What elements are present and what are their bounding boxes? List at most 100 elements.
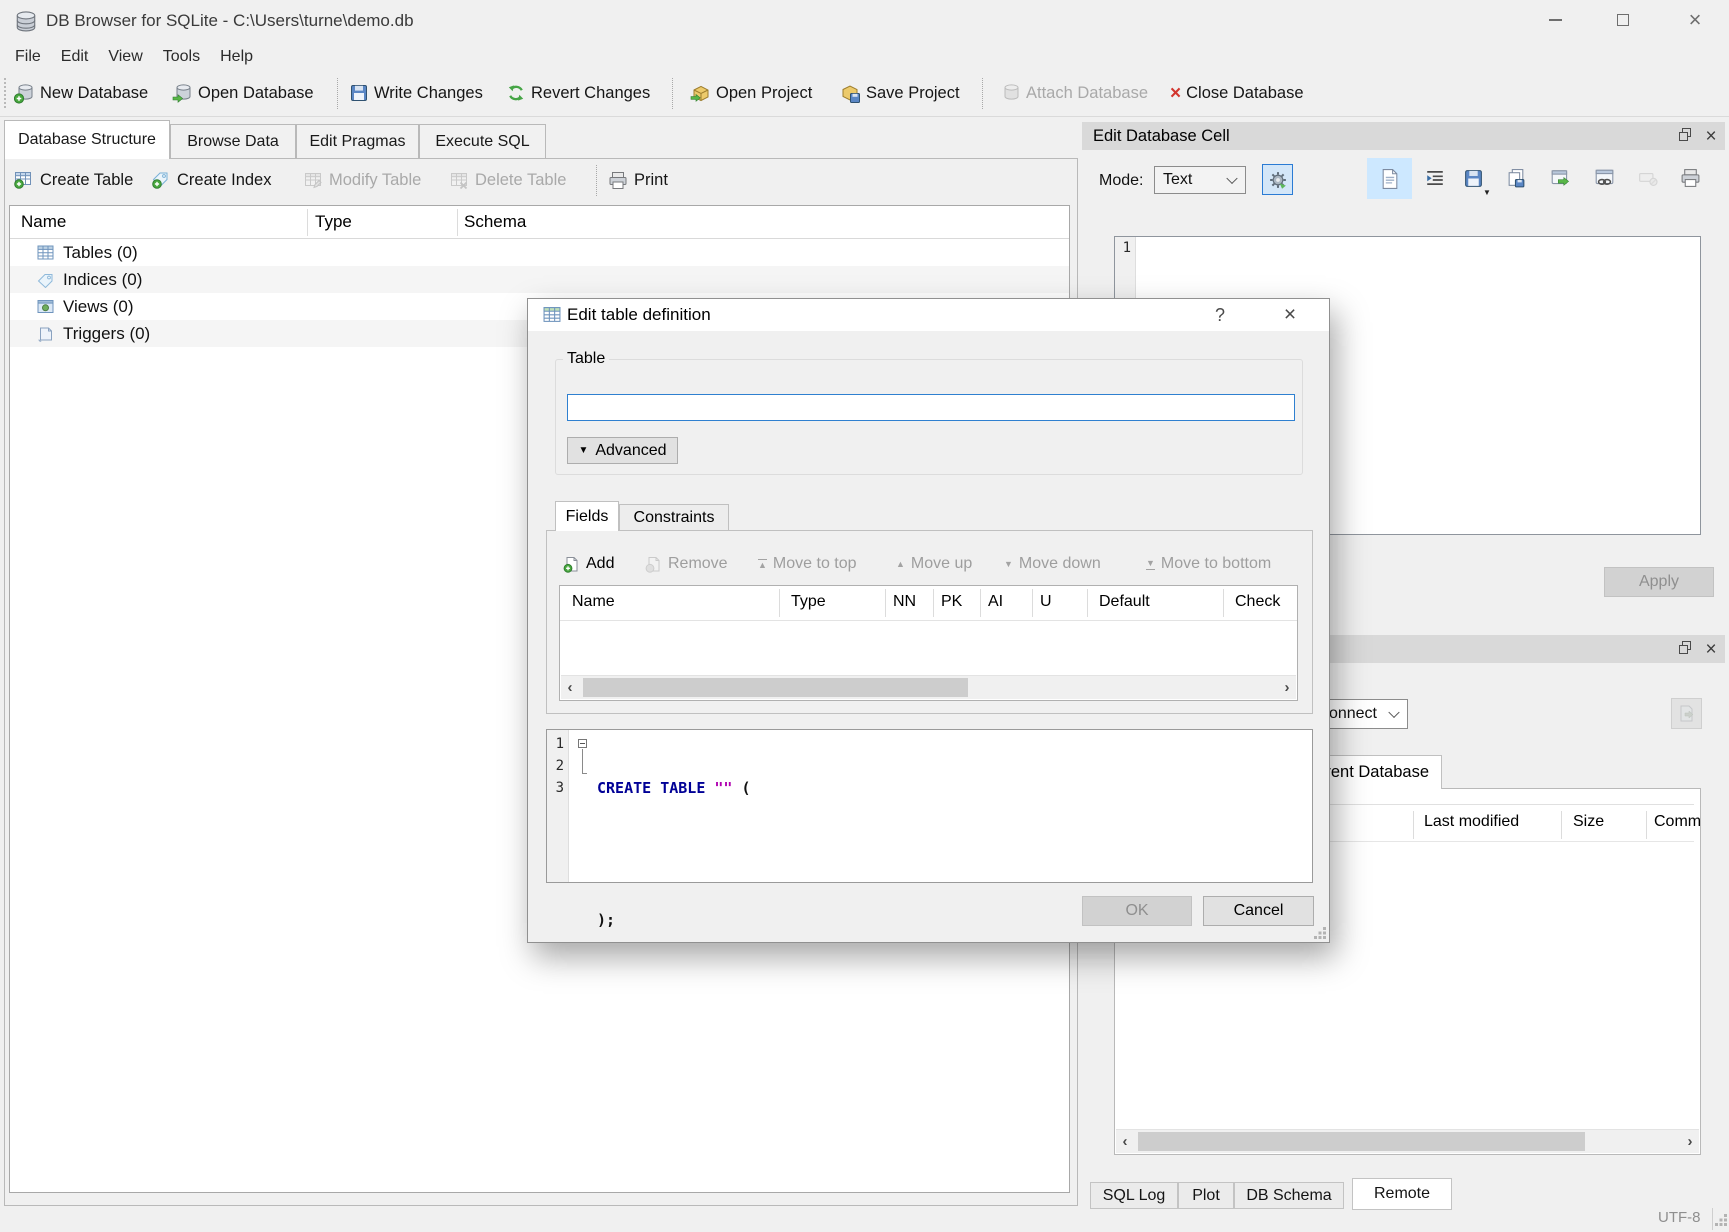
- column-name[interactable]: Name: [21, 212, 66, 232]
- table-name-input[interactable]: [567, 394, 1295, 421]
- toolbar-separator: [982, 78, 983, 109]
- tab-sql-log[interactable]: SQL Log: [1090, 1182, 1178, 1209]
- auto-apply-toggle-button[interactable]: [1262, 164, 1293, 195]
- menu-file[interactable]: File: [5, 45, 51, 69]
- tab-fields[interactable]: Fields: [555, 501, 619, 531]
- dialog-close-button[interactable]: ×: [1274, 301, 1306, 329]
- open-project-button[interactable]: Open Project: [690, 70, 812, 116]
- tree-row-indices[interactable]: Indices (0): [10, 266, 1069, 293]
- column-pk[interactable]: PK: [941, 593, 962, 611]
- float-dock-button[interactable]: [1674, 129, 1692, 144]
- column-divider[interactable]: [1223, 589, 1224, 617]
- close-dock-button[interactable]: ×: [1702, 642, 1720, 657]
- minimize-button[interactable]: [1532, 4, 1578, 36]
- dialog-resize-grip[interactable]: [1323, 927, 1326, 930]
- attach-database-icon: [1000, 83, 1021, 104]
- tab-browse-data[interactable]: Browse Data: [170, 124, 296, 159]
- maximize-button[interactable]: [1600, 4, 1646, 36]
- sql-preview-editor[interactable]: 1 2 3 CREATE TABLE "" ( );: [546, 729, 1313, 883]
- column-default[interactable]: Default: [1099, 593, 1150, 611]
- float-dock-button[interactable]: [1674, 642, 1692, 657]
- column-size[interactable]: Size: [1573, 813, 1604, 831]
- mode-combobox[interactable]: Text: [1154, 166, 1246, 194]
- close-database-button[interactable]: × Close Database: [1170, 70, 1304, 116]
- advanced-button[interactable]: ▼ Advanced: [567, 437, 678, 464]
- column-divider[interactable]: [1646, 811, 1647, 839]
- scroll-right-arrow[interactable]: ›: [1278, 676, 1296, 699]
- tab-plot[interactable]: Plot: [1178, 1182, 1234, 1209]
- scroll-left-arrow[interactable]: ‹: [1116, 1130, 1134, 1153]
- close-button[interactable]: ×: [1672, 4, 1718, 36]
- open-database-button[interactable]: Open Database: [172, 70, 314, 116]
- dialog-title: Edit table definition: [567, 305, 711, 325]
- import-dropdown[interactable]: ▼: [1483, 189, 1491, 197]
- toolbar-separator: [596, 165, 597, 196]
- menu-help[interactable]: Help: [210, 45, 263, 69]
- code-fold-marker[interactable]: [578, 739, 587, 748]
- add-field-button[interactable]: Add: [563, 551, 614, 577]
- menu-view[interactable]: View: [98, 45, 152, 69]
- column-ai[interactable]: AI: [988, 593, 1003, 611]
- print-cell-button[interactable]: [1675, 163, 1705, 193]
- save-project-button[interactable]: Save Project: [840, 70, 960, 116]
- tree-row-tables[interactable]: Tables (0): [10, 239, 1069, 266]
- column-divider[interactable]: [1087, 589, 1088, 617]
- scroll-right-arrow[interactable]: ›: [1681, 1130, 1699, 1153]
- column-divider[interactable]: [1032, 589, 1033, 617]
- remote-table-hscrollbar[interactable]: ‹ ›: [1116, 1129, 1699, 1153]
- column-name[interactable]: Name: [572, 593, 615, 611]
- column-divider[interactable]: [980, 589, 981, 617]
- toolbar-handle[interactable]: [4, 78, 6, 108]
- create-table-button[interactable]: Create Table: [14, 160, 133, 200]
- column-divider[interactable]: [1561, 811, 1562, 839]
- link-icon: [1594, 168, 1615, 188]
- tab-remote[interactable]: Remote: [1352, 1178, 1452, 1210]
- float-icon: [1679, 132, 1688, 141]
- edit-table-definition-dialog: Edit table definition ? × Table ▼ Advanc…: [527, 298, 1330, 943]
- fields-table-hscrollbar[interactable]: ‹ ›: [561, 675, 1296, 699]
- column-divider[interactable]: [779, 589, 780, 617]
- column-divider[interactable]: [885, 589, 886, 617]
- column-nn[interactable]: NN: [893, 593, 916, 611]
- save-as-icon: [1506, 168, 1527, 189]
- link-data-button[interactable]: [1589, 163, 1619, 193]
- dialog-titlebar[interactable]: Edit table definition ? ×: [528, 299, 1329, 331]
- window-resize-grip[interactable]: [1724, 1214, 1727, 1217]
- text-view-button[interactable]: [1367, 158, 1412, 199]
- column-divider[interactable]: [1413, 811, 1414, 839]
- column-divider[interactable]: [457, 209, 458, 236]
- help-button[interactable]: ?: [1204, 301, 1236, 329]
- column-type[interactable]: Type: [791, 593, 826, 611]
- attach-database-button: Attach Database: [1000, 70, 1148, 116]
- create-index-icon: [152, 171, 171, 189]
- new-database-button[interactable]: New Database: [14, 70, 148, 116]
- scroll-left-arrow[interactable]: ‹: [561, 676, 579, 699]
- write-changes-icon: [349, 83, 369, 103]
- close-dock-button[interactable]: ×: [1702, 129, 1720, 144]
- tab-constraints[interactable]: Constraints: [619, 504, 729, 531]
- word-wrap-button[interactable]: [1421, 164, 1449, 192]
- column-commit[interactable]: Comm: [1654, 813, 1701, 831]
- cancel-button[interactable]: Cancel: [1203, 896, 1314, 926]
- open-in-external-button[interactable]: [1545, 163, 1575, 193]
- column-last-modified[interactable]: Last modified: [1424, 813, 1519, 831]
- column-type[interactable]: Type: [315, 212, 352, 232]
- scroll-thumb[interactable]: [1138, 1132, 1585, 1151]
- export-file-button[interactable]: [1501, 163, 1531, 193]
- column-u[interactable]: U: [1040, 593, 1052, 611]
- tab-execute-sql[interactable]: Execute SQL: [419, 124, 546, 159]
- move-down-button: ▼ Move down: [1004, 551, 1101, 577]
- revert-changes-button[interactable]: Revert Changes: [506, 70, 650, 116]
- column-schema[interactable]: Schema: [464, 212, 526, 232]
- menu-edit[interactable]: Edit: [51, 45, 99, 69]
- tab-edit-pragmas[interactable]: Edit Pragmas: [296, 124, 419, 159]
- column-divider[interactable]: [933, 589, 934, 617]
- print-button[interactable]: Print: [608, 160, 668, 200]
- menu-tools[interactable]: Tools: [153, 45, 210, 69]
- column-check[interactable]: Check: [1235, 593, 1280, 611]
- scroll-thumb[interactable]: [583, 678, 968, 697]
- column-divider[interactable]: [307, 209, 308, 236]
- tab-db-schema[interactable]: DB Schema: [1234, 1182, 1344, 1209]
- create-index-button[interactable]: Create Index: [152, 160, 271, 200]
- tab-database-structure[interactable]: Database Structure: [4, 120, 170, 159]
